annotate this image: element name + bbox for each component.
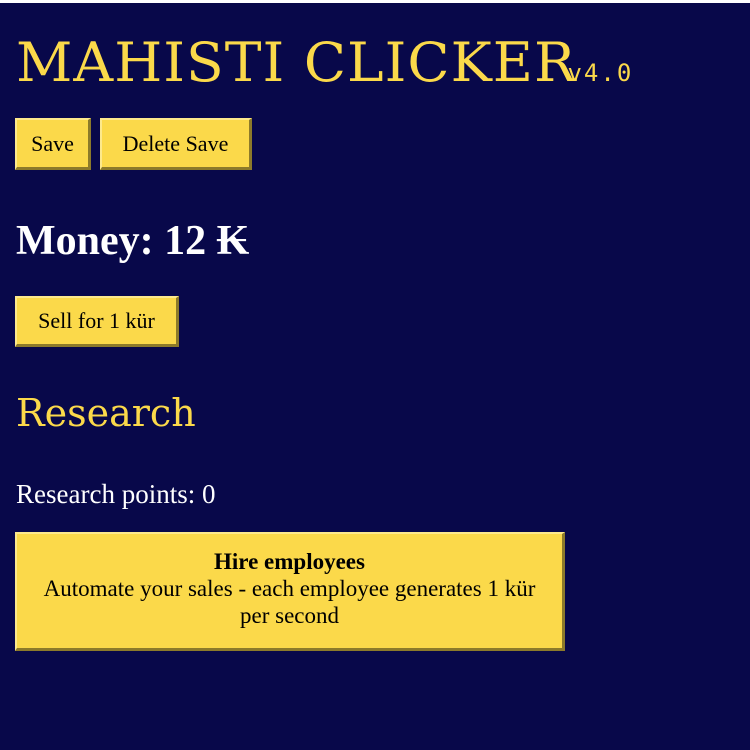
hire-employees-upgrade-button[interactable]: Hire employees Automate your sales - eac… bbox=[15, 532, 565, 651]
research-heading: Research bbox=[16, 391, 196, 435]
save-button[interactable]: Save bbox=[15, 118, 91, 170]
money-display: Money: 12 ₭ bbox=[16, 218, 250, 264]
app-title: MAHISTI CLICKER bbox=[16, 31, 577, 94]
title-row: MAHISTI CLICKER v4.0 bbox=[16, 31, 633, 95]
app-version: v4.0 bbox=[567, 59, 634, 87]
sell-button[interactable]: Sell for 1 kür bbox=[15, 296, 179, 347]
research-points: Research points: 0 bbox=[16, 479, 216, 509]
upgrade-description: Automate your sales - each employee gene… bbox=[43, 576, 536, 628]
delete-save-button[interactable]: Delete Save bbox=[100, 118, 252, 170]
game-page: MAHISTI CLICKER v4.0 Save Delete Save Mo… bbox=[0, 3, 750, 750]
upgrade-name: Hire employees bbox=[214, 549, 365, 574]
